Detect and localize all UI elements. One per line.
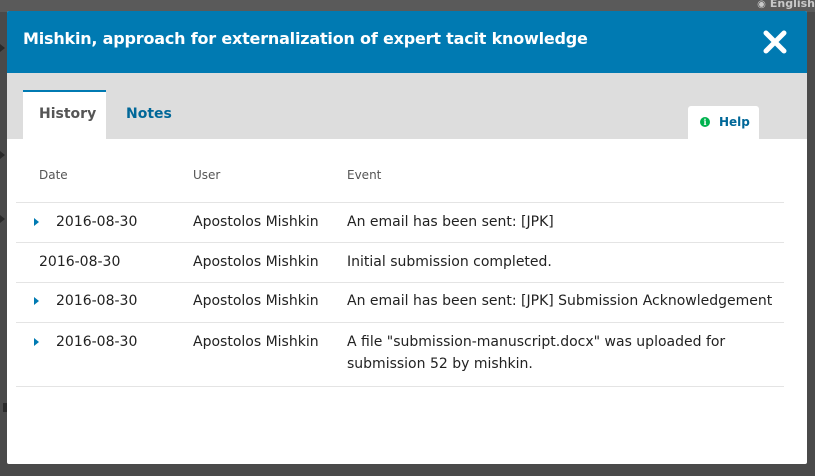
background-caret-icon <box>0 215 5 223</box>
history-modal: Mishkin, approach for externalization of… <box>7 11 807 464</box>
expand-row-icon[interactable] <box>34 218 39 226</box>
close-icon <box>763 30 787 54</box>
globe-icon: ◉ <box>757 0 766 10</box>
language-menu: ◉ English <box>757 0 815 10</box>
row-event: Initial submission completed. <box>347 254 552 270</box>
modal-title: Mishkin, approach for externalization of… <box>23 29 588 48</box>
row-divider <box>16 282 784 283</box>
row-divider <box>16 242 784 243</box>
row-date: 2016-08-30 <box>39 254 121 270</box>
column-header-event: Event <box>347 168 382 182</box>
row-event: An email has been sent: [JPK] Submission… <box>347 293 773 309</box>
tab-notes[interactable]: Notes <box>125 90 185 139</box>
column-header-user: User <box>193 168 221 182</box>
tab-bar: History Notes i Help <box>7 73 807 139</box>
header-divider <box>16 202 784 203</box>
row-date: 2016-08-30 <box>56 214 138 230</box>
row-user: Apostolos Mishkin <box>193 214 319 230</box>
tab-history-label: History <box>39 106 97 122</box>
row-user: Apostolos Mishkin <box>193 254 319 270</box>
language-label: English <box>769 0 815 10</box>
modal-header: Mishkin, approach for externalization of… <box>7 11 807 73</box>
expand-row-icon[interactable] <box>34 297 39 305</box>
expand-row-icon[interactable] <box>34 338 39 346</box>
row-divider <box>16 386 784 387</box>
help-button[interactable]: i Help <box>688 106 759 139</box>
row-event: A file "submission-manuscript.docx" was … <box>347 334 726 372</box>
info-icon: i <box>700 117 710 127</box>
row-event: An email has been sent: [JPK] <box>347 214 554 230</box>
background-caret-icon <box>0 151 5 159</box>
row-user: Apostolos Mishkin <box>193 293 319 309</box>
row-date: 2016-08-30 <box>56 334 138 350</box>
row-divider <box>16 322 784 323</box>
close-button[interactable] <box>761 28 789 56</box>
help-label: Help <box>719 115 750 129</box>
row-user: Apostolos Mishkin <box>193 334 319 350</box>
tab-history[interactable]: History <box>23 90 106 139</box>
background-caret-icon <box>0 44 5 52</box>
tab-notes-label: Notes <box>126 106 172 122</box>
column-header-date: Date <box>39 168 68 182</box>
row-date: 2016-08-30 <box>56 293 138 309</box>
